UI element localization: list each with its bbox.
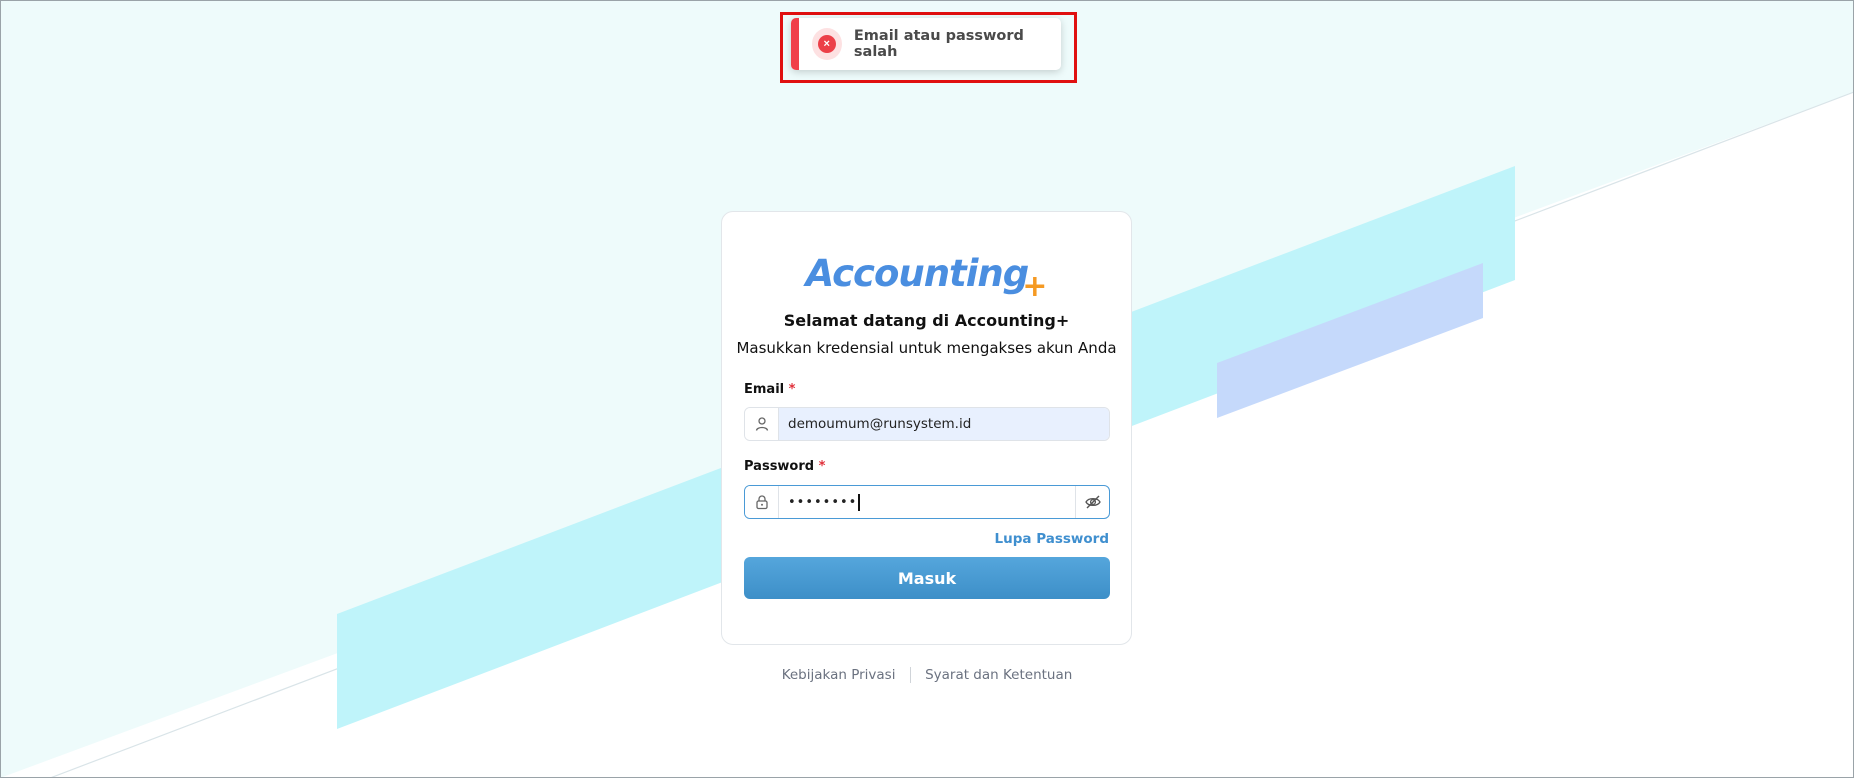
- email-field[interactable]: [744, 407, 1110, 441]
- password-label: Password *: [744, 459, 826, 474]
- footer-links: Kebijakan Privasi Syarat dan Ketentuan: [0, 667, 1854, 683]
- email-input[interactable]: [779, 408, 1109, 440]
- page-subtitle: Masukkan kredensial untuk mengakses akun…: [736, 339, 1117, 357]
- terms-link[interactable]: Syarat dan Ketentuan: [925, 667, 1072, 683]
- toast-accent-bar: [791, 18, 799, 70]
- login-button[interactable]: Masuk: [744, 557, 1110, 599]
- toast-message: Email atau password salah: [853, 28, 1024, 60]
- error-toast: × Email atau password salah: [791, 18, 1061, 70]
- user-icon: [745, 408, 779, 440]
- forgot-password-link[interactable]: Lupa Password: [995, 531, 1109, 547]
- logo-text: Accounting: [805, 252, 1030, 295]
- login-card: Accounting+ Selamat datang di Accounting…: [721, 211, 1132, 645]
- password-input[interactable]: ••••••••: [779, 486, 1075, 518]
- password-field[interactable]: ••••••••: [744, 485, 1110, 519]
- toggle-password-visibility-button[interactable]: [1075, 486, 1109, 518]
- eye-off-icon: [1084, 495, 1101, 509]
- privacy-policy-link[interactable]: Kebijakan Privasi: [782, 667, 896, 683]
- logo-plus: +: [1022, 269, 1048, 304]
- brand-logo: Accounting+: [722, 252, 1131, 304]
- error-icon: ×: [811, 28, 842, 60]
- page-title: Selamat datang di Accounting+: [783, 311, 1070, 330]
- footer-divider: [909, 667, 911, 683]
- lock-icon: [745, 486, 779, 518]
- email-label: Email *: [744, 382, 796, 397]
